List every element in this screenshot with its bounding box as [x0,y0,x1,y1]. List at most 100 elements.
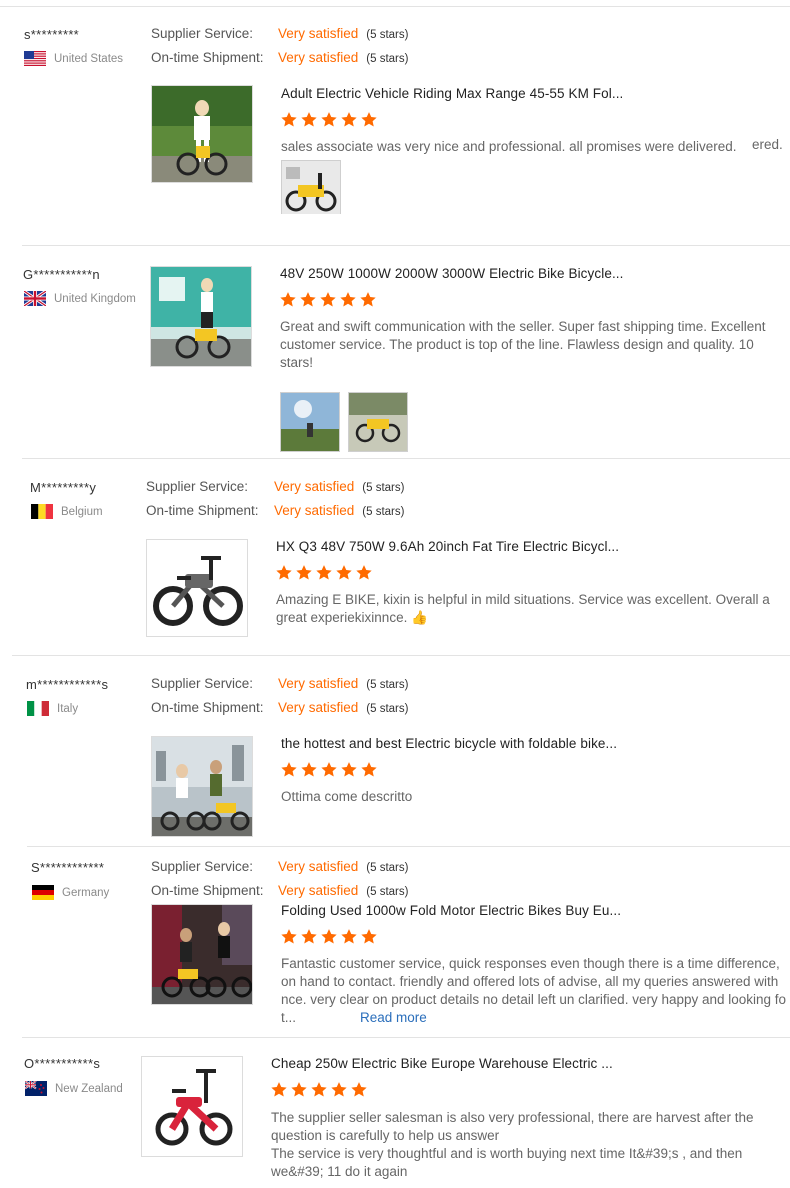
product-title[interactable]: HX Q3 48V 750W 9.6Ah 20inch Fat Tire Ele… [276,539,619,554]
star-icon [360,111,378,128]
star-icon [295,564,313,581]
star-icon [340,111,358,128]
divider [27,846,790,847]
ontime-shipment-label: On-time Shipment: [151,883,264,898]
product-title[interactable]: Adult Electric Vehicle Riding Max Range … [281,86,623,101]
supplier-service-label: Supplier Service: [151,676,254,691]
star-icon [340,761,358,778]
stars-note: (5 stars) [366,703,409,715]
read-more-link[interactable]: Read more [360,1010,427,1025]
supplier-service-value: Very satisfied [278,26,359,41]
divider [22,1037,790,1038]
reviewer-name: S************ [31,860,105,875]
ontime-shipment-value: Very satisfied [274,503,355,518]
star-icon [320,761,338,778]
review-text: Great and swift communication with the s… [280,319,766,370]
review-photo[interactable] [281,160,341,214]
star-icon [300,111,318,128]
reviewer-country: New Zealand [25,1081,123,1096]
stars-note: (5 stars) [366,53,409,65]
ontime-shipment-row: On-time Shipment: Very satisfied (5 star… [151,50,408,65]
product-thumbnail[interactable] [141,1056,243,1157]
product-thumbnail[interactable] [151,904,253,1005]
product-thumbnail[interactable] [151,85,253,183]
star-icon [339,291,357,308]
reviewer-country: Italy [27,701,78,716]
reviewer-name: m************s [26,677,109,692]
star-icon [320,928,338,945]
star-icon [280,928,298,945]
star-icon [300,928,318,945]
reviewer-name: s********* [24,27,80,42]
reviewer-name: O***********s [24,1056,101,1071]
supplier-service-label: Supplier Service: [151,859,254,874]
stars-note: (5 stars) [362,506,405,518]
product-thumbnail[interactable] [146,539,248,637]
review-text-line: t... Read more [281,1009,790,1027]
review-photo[interactable] [348,392,408,452]
review-text-truncated: t... [281,1010,297,1025]
stars-note: (5 stars) [366,862,409,874]
supplier-service-value: Very satisfied [274,479,355,494]
us-flag-icon [24,51,46,66]
country-label: United States [54,52,124,65]
supplier-service-value: Very satisfied [278,859,359,874]
ontime-shipment-row: On-time Shipment: Very satisfied (5 star… [151,883,408,898]
review-photo[interactable] [280,392,340,452]
country-label: Belgium [61,505,103,518]
review-text-line: on hand to contact. friendly and offered… [281,974,779,989]
star-icon [350,1081,368,1098]
product-title[interactable]: 48V 250W 1000W 2000W 3000W Electric Bike… [280,266,624,281]
italy-flag-icon [27,701,49,716]
country-label: Italy [57,702,79,715]
star-rating [280,761,378,778]
supplier-service-row: Supplier Service: Very satisfied (5 star… [146,479,404,494]
country-label: Germany [62,886,110,899]
divider [12,655,790,656]
supplier-service-label: Supplier Service: [146,479,249,494]
reviewer-name: G***********n [23,267,100,282]
star-icon [355,564,373,581]
product-thumbnail[interactable] [151,736,253,837]
stars-note: (5 stars) [366,679,409,691]
divider [0,6,790,7]
germany-flag-icon [32,885,54,900]
belgium-flag-icon [31,504,53,519]
review-text: Amazing E BIKE, kixin is helpful in mild… [276,592,770,625]
star-rating [275,564,373,581]
review-text-overflow: ered. [752,137,783,152]
product-title[interactable]: the hottest and best Electric bicycle wi… [281,736,617,751]
stars-note: (5 stars) [366,886,409,898]
country-label: New Zealand [55,1082,123,1095]
star-icon [359,291,377,308]
product-title[interactable]: Folding Used 1000w Fold Motor Electric B… [281,903,621,918]
ontime-shipment-row: On-time Shipment: Very satisfied (5 star… [146,503,404,518]
star-icon [270,1081,288,1098]
divider [22,245,790,246]
ontime-shipment-label: On-time Shipment: [151,700,264,715]
country-label: United Kingdom [54,292,136,305]
ontime-shipment-label: On-time Shipment: [151,50,264,65]
reviewer-name: M*********y [30,480,97,495]
supplier-service-label: Supplier Service: [151,26,254,41]
star-icon [280,761,298,778]
star-rating [279,291,377,308]
star-icon [330,1081,348,1098]
review-text: Ottima come descritto [281,789,413,804]
star-icon [299,291,317,308]
divider [22,458,790,459]
star-icon [279,291,297,308]
review-text-line: Fantastic customer service, quick respon… [281,956,780,971]
reviewer-country: Belgium [31,504,103,519]
ontime-shipment-label: On-time Shipment: [146,503,259,518]
supplier-service-row: Supplier Service: Very satisfied (5 star… [151,859,408,874]
star-icon [360,761,378,778]
stars-note: (5 stars) [366,29,409,41]
reviewer-country: United Kingdom [24,291,136,306]
review-text: Fantastic customer service, quick respon… [281,955,790,1027]
product-thumbnail[interactable] [150,266,252,367]
star-icon [320,111,338,128]
product-title[interactable]: Cheap 250w Electric Bike Europe Warehous… [271,1056,613,1071]
ontime-shipment-row: On-time Shipment: Very satisfied (5 star… [151,700,408,715]
star-icon [360,928,378,945]
